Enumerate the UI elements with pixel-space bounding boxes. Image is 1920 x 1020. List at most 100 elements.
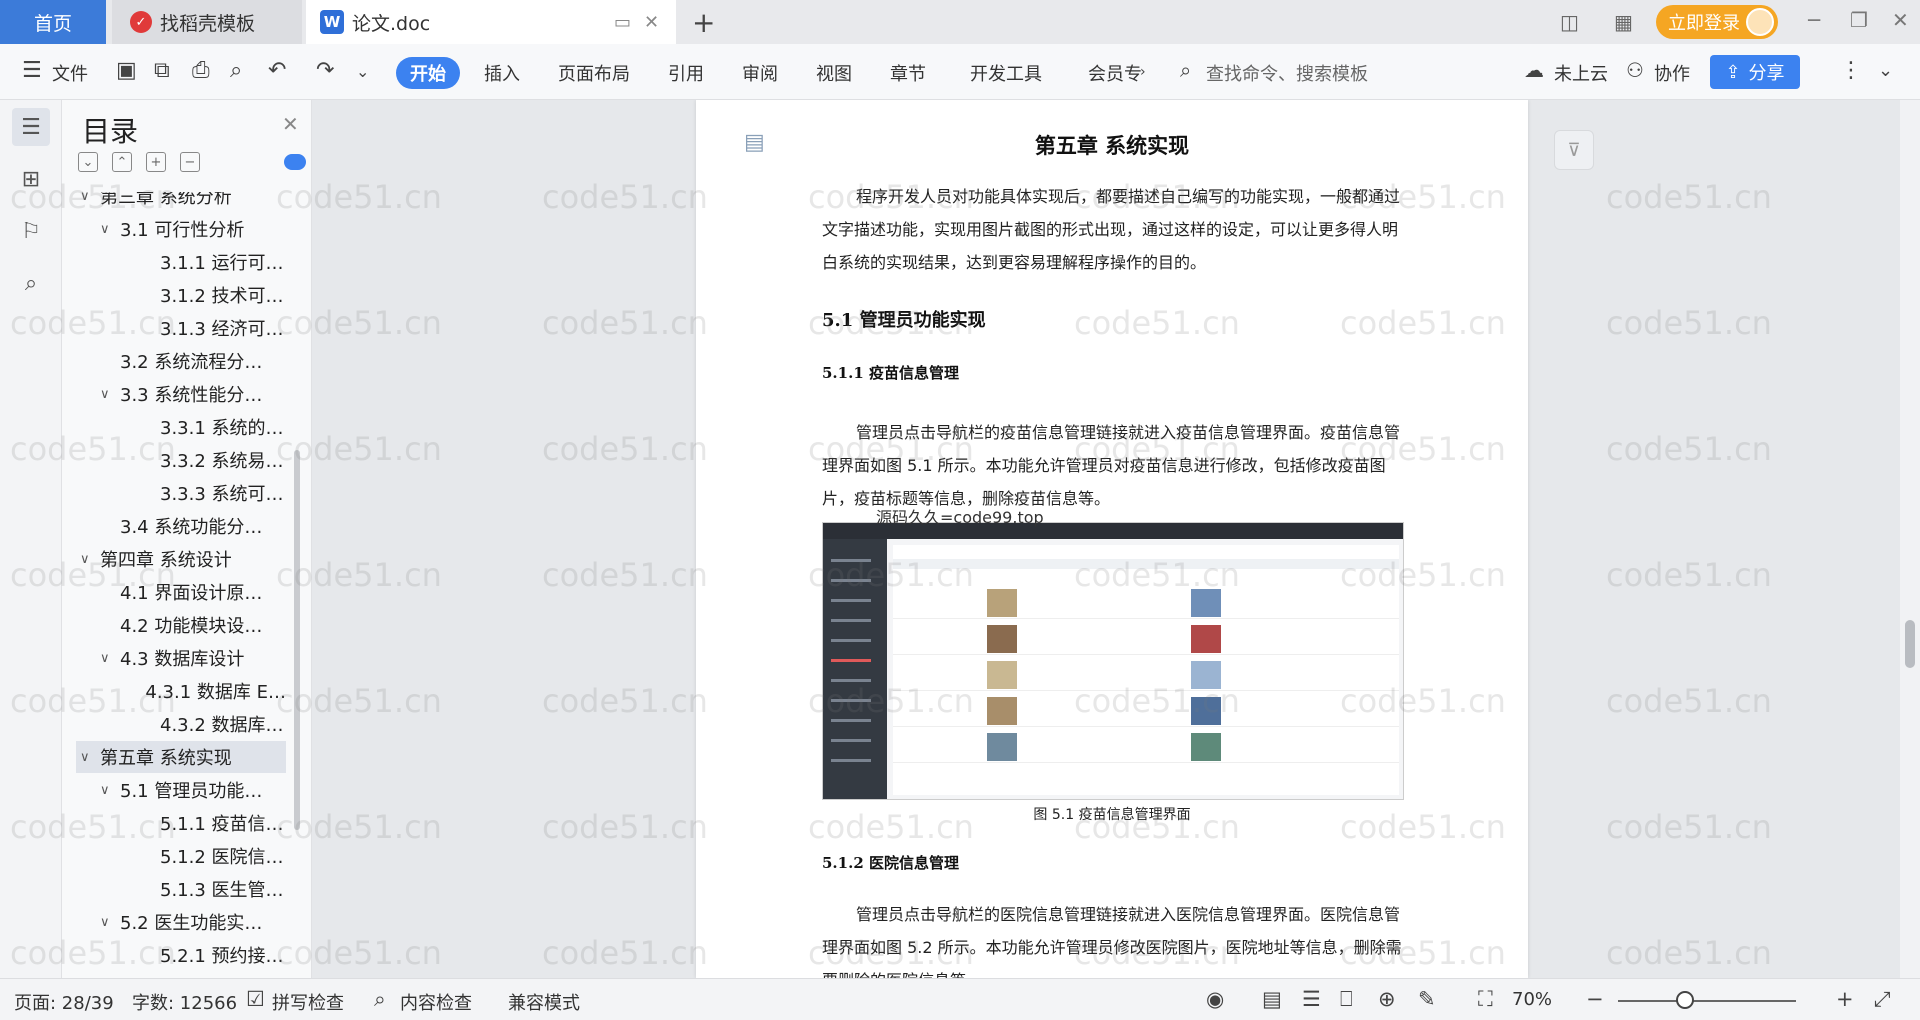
toc-item[interactable]: 3.3.2 系统易… bbox=[76, 444, 286, 476]
preview-icon[interactable]: ⌕ bbox=[230, 58, 242, 83]
new-tab-button[interactable]: + bbox=[692, 6, 715, 39]
undo-icon[interactable]: ↶ bbox=[268, 58, 286, 83]
zoom-slider[interactable] bbox=[1618, 1000, 1796, 1002]
expand-chevron-icon[interactable]: ∨ bbox=[100, 387, 120, 402]
toc-item[interactable]: ∨ 第五章 系统实现 bbox=[76, 741, 286, 773]
eye-protect-icon[interactable]: ◉ bbox=[1206, 987, 1224, 1011]
expand-chevron-icon[interactable]: ∨ bbox=[100, 222, 120, 237]
save-icon[interactable]: ▣ bbox=[116, 58, 137, 83]
toc-item[interactable]: ∨ 3.3 系统性能分… bbox=[76, 378, 286, 410]
reading-view-icon[interactable]: ⎕ bbox=[1340, 987, 1353, 1012]
bookmark-icon[interactable]: ⚐ bbox=[12, 212, 50, 250]
tab-member[interactable]: 会员专 bbox=[1088, 60, 1142, 86]
collab-button[interactable]: 协作 bbox=[1654, 60, 1690, 86]
close-tab-icon[interactable]: ✕ bbox=[644, 12, 659, 33]
zoom-slider-knob[interactable] bbox=[1676, 991, 1694, 1009]
tab-insert[interactable]: 插入 bbox=[484, 60, 520, 86]
zoom-out-icon[interactable]: − bbox=[1586, 987, 1604, 1011]
more-tabs-icon[interactable]: › bbox=[1140, 64, 1146, 80]
toc-item[interactable]: 3.1.1 运行可… bbox=[76, 246, 286, 278]
export-icon[interactable]: ⧉ bbox=[154, 58, 170, 83]
quick-access-dropdown-icon[interactable]: ⌄ bbox=[356, 62, 369, 81]
tab-home-ribbon[interactable]: 开始 bbox=[396, 57, 460, 89]
tab-home[interactable]: 首页 bbox=[0, 0, 106, 44]
tab-references[interactable]: 引用 bbox=[668, 60, 704, 86]
toc-item[interactable]: 5.1.3 医生管… bbox=[76, 873, 286, 905]
toc-item[interactable]: 3.3.1 系统的… bbox=[76, 411, 286, 443]
tab-template[interactable]: ✓ 找稻壳模板 bbox=[112, 0, 302, 44]
toc-item[interactable]: 5.1.2 医院信… bbox=[76, 840, 286, 872]
collapse-ribbon-icon[interactable]: ⌄ bbox=[1878, 60, 1893, 81]
vertical-scrollbar[interactable] bbox=[1900, 100, 1920, 978]
expand-chevron-icon[interactable]: ∨ bbox=[100, 783, 120, 798]
login-button[interactable]: 立即登录 bbox=[1656, 5, 1778, 39]
outline-icon[interactable]: ☰ bbox=[12, 108, 50, 146]
content-check-button[interactable]: 内容检查 bbox=[400, 989, 472, 1015]
close-icon[interactable]: ✕ bbox=[282, 112, 299, 136]
print-icon[interactable]: ⎙ bbox=[192, 58, 210, 83]
chapter-nav-icon[interactable]: ⊞ bbox=[12, 160, 50, 198]
toc-item[interactable]: 3.2 系统流程分… bbox=[76, 345, 286, 377]
expand-chevron-icon[interactable]: ∨ bbox=[100, 915, 120, 930]
find-icon[interactable]: ⌕ bbox=[12, 264, 50, 302]
scroll-thumb[interactable] bbox=[1905, 620, 1915, 668]
minimize-icon[interactable]: ─ bbox=[1808, 8, 1820, 32]
toc-item[interactable]: 4.1 界面设计原… bbox=[76, 576, 286, 608]
side-panel-toggle-icon[interactable]: ⊽ bbox=[1554, 130, 1594, 170]
expand-chevron-icon[interactable]: ∨ bbox=[80, 552, 100, 567]
add-heading-icon[interactable]: + bbox=[146, 152, 166, 172]
expand-chevron-icon[interactable]: ∨ bbox=[100, 651, 120, 666]
more-options-icon[interactable]: ⋮ bbox=[1840, 58, 1862, 83]
write-mode-icon[interactable]: ✎ bbox=[1418, 987, 1436, 1011]
fit-page-icon[interactable]: ⛶ bbox=[1478, 987, 1493, 1012]
word-count[interactable]: 字数: 12566 bbox=[132, 989, 237, 1015]
float-window-icon[interactable]: ▭ bbox=[614, 12, 631, 33]
toc-scrollbar[interactable] bbox=[294, 450, 300, 830]
redo-icon[interactable]: ↷ bbox=[316, 58, 334, 83]
menu-icon[interactable]: ☰ bbox=[22, 58, 42, 83]
toc-item[interactable]: 3.4 系统功能分… bbox=[76, 510, 286, 542]
tab-view[interactable]: 视图 bbox=[816, 60, 852, 86]
toc-item[interactable]: 3.1.2 技术可… bbox=[76, 279, 286, 311]
document-page[interactable]: ▤ 第五章 系统实现 程序开发人员对功能具体实现后，都要描述自己编写的功能实现，… bbox=[696, 100, 1528, 978]
command-search-input[interactable]: 查找命令、搜索模板 bbox=[1206, 60, 1368, 86]
zoom-in-icon[interactable]: + bbox=[1836, 987, 1854, 1011]
restore-icon[interactable]: ❐ bbox=[1850, 8, 1868, 32]
remove-heading-icon[interactable]: − bbox=[180, 152, 200, 172]
tab-page-layout[interactable]: 页面布局 bbox=[558, 60, 630, 86]
tab-chapter[interactable]: 章节 bbox=[890, 60, 926, 86]
toc-item[interactable]: ∨ 5.2 医生功能实… bbox=[76, 906, 286, 938]
close-window-icon[interactable]: ✕ bbox=[1892, 8, 1909, 32]
toc-item[interactable]: ∨ 第三章 系统分析 bbox=[76, 192, 286, 212]
toc-item[interactable]: 4.3.2 数据库… bbox=[76, 708, 286, 740]
toc-item[interactable]: 4.2 功能模块设… bbox=[76, 609, 286, 641]
tab-review[interactable]: 审阅 bbox=[742, 60, 778, 86]
tab-document[interactable]: W 论文.doc ▭ ✕ bbox=[306, 0, 676, 44]
toc-item[interactable]: 4.3.1 数据库 E… bbox=[76, 675, 286, 707]
toc-item[interactable]: 5.2.1 预约接… bbox=[76, 939, 286, 971]
collapse-all-icon[interactable]: ⌄ bbox=[78, 152, 98, 172]
web-view-icon[interactable]: ⊕ bbox=[1378, 987, 1396, 1011]
expand-up-icon[interactable]: ⌃ bbox=[112, 152, 132, 172]
expand-chevron-icon[interactable]: ∨ bbox=[80, 750, 100, 765]
expand-chevron-icon[interactable]: ∨ bbox=[80, 192, 100, 204]
page-indicator[interactable]: 页面: 28/39 bbox=[14, 989, 114, 1015]
page-view-icon[interactable]: ▤ bbox=[1262, 987, 1282, 1011]
toc-item[interactable]: ∨ 5.1 管理员功能… bbox=[76, 774, 286, 806]
tab-developer[interactable]: 开发工具 bbox=[970, 60, 1042, 86]
file-menu[interactable]: 文件 bbox=[52, 60, 88, 86]
toc-item[interactable]: ∨ 第四章 系统设计 bbox=[76, 543, 286, 575]
spell-check-button[interactable]: 拼写检查 bbox=[272, 989, 344, 1015]
apps-grid-icon[interactable]: ▦ bbox=[1614, 10, 1633, 34]
toc-item[interactable]: 3.3.3 系统可… bbox=[76, 477, 286, 509]
share-button[interactable]: ⇪ 分享 bbox=[1710, 55, 1800, 89]
fullscreen-icon[interactable]: ⤢ bbox=[1874, 987, 1891, 1012]
toc-item[interactable]: ∨ 3.1 可行性分析 bbox=[76, 213, 286, 245]
layout-icon[interactable]: ◫ bbox=[1560, 10, 1579, 34]
toc-item[interactable]: 5.1.1 疫苗信… bbox=[76, 807, 286, 839]
toc-item[interactable]: ∨ 4.3 数据库设计 bbox=[76, 642, 286, 674]
outline-view-icon[interactable]: ☰ bbox=[1302, 987, 1321, 1011]
cloud-status[interactable]: 未上云 bbox=[1554, 60, 1608, 86]
toc-item[interactable]: 3.1.3 经济可… bbox=[76, 312, 286, 344]
toc-toggle[interactable] bbox=[284, 154, 306, 170]
